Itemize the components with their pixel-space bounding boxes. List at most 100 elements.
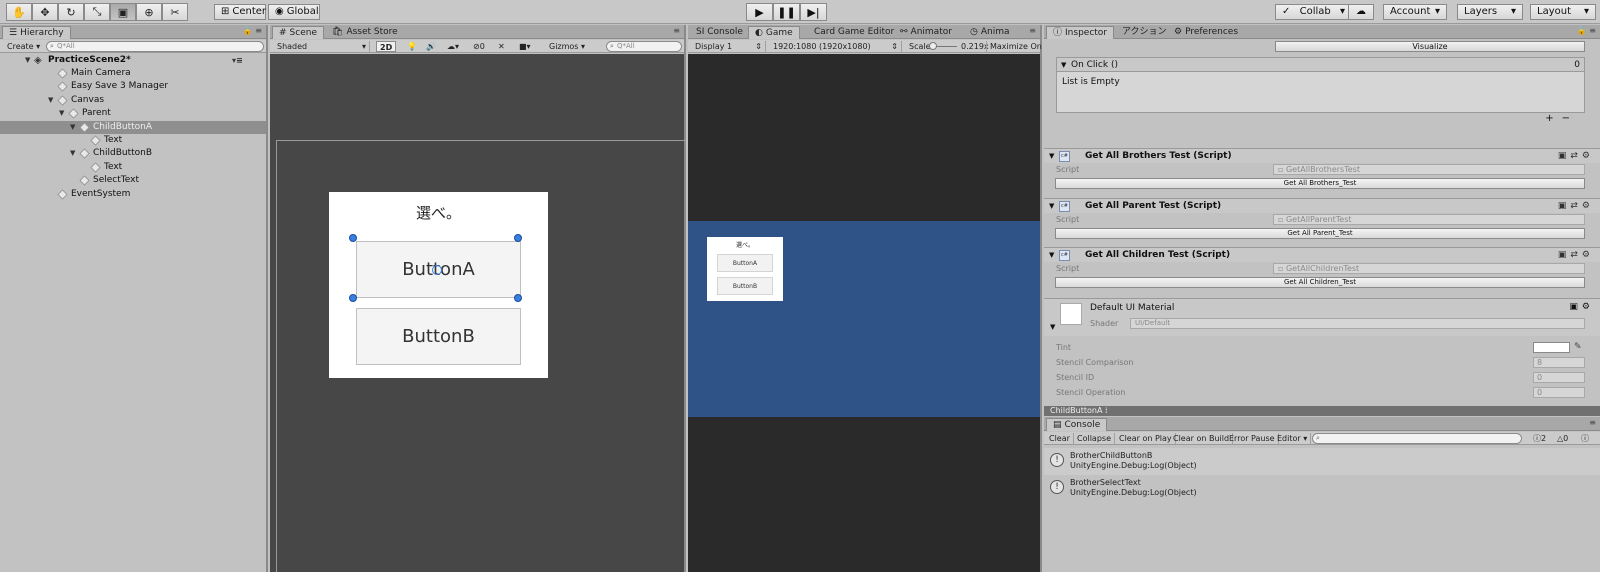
tab-animator[interactable]: ⚯ Animator — [894, 26, 958, 39]
component-tools-icon[interactable]: ▣⇄⚙ — [1558, 199, 1594, 214]
game-button-a[interactable]: ButtonA — [717, 254, 773, 272]
hierarchy-item[interactable]: Main Camera — [0, 67, 266, 80]
tab-console[interactable]: ▤ Console — [1046, 418, 1108, 431]
tab-preferences[interactable]: ⚙ Preferences — [1168, 26, 1244, 39]
console-editor-dropdown[interactable]: Editor ▾ — [1274, 433, 1312, 444]
expand-arrow-icon[interactable]: ▼ — [25, 54, 30, 67]
hidden-objects-toggle[interactable]: ⊘0 — [470, 41, 488, 52]
panel-menu-icon[interactable]: ≡ — [1589, 418, 1596, 427]
panel-menu-icon[interactable]: ≡ — [673, 26, 680, 35]
eyedropper-icon[interactable]: ✎ — [1574, 341, 1582, 354]
component-action-button[interactable]: Get All Parent_Test — [1055, 227, 1585, 239]
minus-icon[interactable]: − — [1562, 113, 1578, 124]
panel-menu-icon[interactable]: ≡ — [1029, 26, 1036, 35]
expand-arrow-icon[interactable]: ▼ — [1049, 199, 1054, 214]
move-tool-button[interactable]: ✥ — [32, 3, 58, 21]
tab-animation[interactable]: ◷ Anima — [964, 26, 1016, 39]
expand-arrow-icon[interactable]: ▼ — [70, 147, 75, 160]
component-tools-icon[interactable]: ▣⇄⚙ — [1558, 248, 1594, 263]
warning-filter-toggle[interactable]: △0 — [1554, 433, 1571, 444]
component-header[interactable]: ▼ c# Get All Children Test (Script) ▣⇄⚙ — [1044, 247, 1600, 262]
visualize-button[interactable]: Visualize — [1275, 41, 1585, 52]
hierarchy-item[interactable]: Easy Save 3 Manager — [0, 80, 266, 93]
effects-dropdown[interactable]: ☁▾ — [444, 41, 462, 52]
tab-game[interactable]: ◐ Game — [748, 26, 800, 39]
console-error-pause-button[interactable]: Error Pause — [1226, 433, 1279, 444]
hand-tool-button[interactable]: ✋ — [6, 3, 32, 21]
component-action-button[interactable]: Get All Children_Test — [1055, 277, 1585, 288]
hierarchy-item[interactable]: ▼ Parent — [0, 107, 266, 120]
camera-dropdown[interactable]: ■▾ — [516, 41, 534, 52]
console-search-input[interactable]: ⌕ — [1312, 433, 1522, 444]
error-filter-toggle[interactable]: ⓘ — [1578, 433, 1592, 444]
transform-tool-button[interactable]: ⊕ — [136, 3, 162, 21]
hierarchy-item[interactable]: Text — [0, 134, 266, 147]
console-entry[interactable]: ! BrotherChildButtonB UnityEngine.Debug:Lo… — [1044, 448, 1600, 475]
component-action-button[interactable]: Get All Brothers_Test — [1055, 178, 1585, 189]
log-filter-toggle[interactable]: ⓘ2 — [1530, 433, 1549, 444]
pivot-handle[interactable] — [432, 265, 442, 275]
rect-handle-top-right[interactable] — [514, 234, 522, 242]
script-object-field[interactable]: ▫ GetAllChildrenTest — [1273, 263, 1585, 274]
pivot-center-toggle[interactable]: ⊞ Center — [214, 4, 266, 20]
game-viewport[interactable]: 選べ。 ButtonA ButtonB — [688, 54, 1040, 572]
tab-asset-store[interactable]: 🛍 Asset Store — [326, 26, 404, 39]
onclick-plus-minus[interactable]: +− — [1545, 113, 1578, 124]
tab-card-game-editor[interactable]: Card Game Editor — [808, 26, 900, 39]
scene-ui-panel[interactable]: 選べ。 ButtonA ButtonB — [329, 192, 548, 378]
hierarchy-item[interactable]: SelectText — [0, 174, 266, 187]
expand-arrow-icon[interactable]: ▼ — [1061, 58, 1066, 72]
layout-dropdown[interactable]: Layout ▾ — [1530, 4, 1596, 20]
tint-color-field[interactable] — [1533, 342, 1570, 353]
tab-scene[interactable]: # Scene — [272, 26, 324, 39]
scale-tool-button[interactable]: ⤡ — [84, 3, 110, 21]
scene-root-row[interactable]: ▼ ◈ PracticeScene2* ▾≡ — [0, 54, 266, 67]
lighting-toggle[interactable]: 💡 — [404, 41, 420, 52]
material-number-field[interactable]: 0 — [1533, 372, 1585, 383]
tools-toggle[interactable]: ✕ — [495, 41, 508, 52]
hierarchy-item[interactable]: Text — [0, 161, 266, 174]
plus-icon[interactable]: + — [1545, 113, 1561, 124]
collab-dropdown[interactable]: ✓ Collab ▾ — [1275, 4, 1352, 20]
rect-tool-button[interactable]: ▣ — [110, 3, 136, 21]
custom-tool-button[interactable]: ✂ — [162, 3, 188, 21]
pause-button[interactable]: ❚❚ — [773, 3, 800, 21]
rect-handle-bottom-right[interactable] — [514, 294, 522, 302]
layers-dropdown[interactable]: Layers ▾ — [1457, 4, 1523, 20]
component-header[interactable]: ▼ c# Get All Parent Test (Script) ▣⇄⚙ — [1044, 197, 1600, 214]
create-dropdown[interactable]: Create ▾ — [4, 41, 43, 52]
tab-si-console[interactable]: SI Console — [690, 26, 749, 39]
play-button[interactable]: ▶ — [746, 3, 773, 21]
rotate-tool-button[interactable]: ↻ — [58, 3, 84, 21]
console-clear-button[interactable]: Clear — [1046, 433, 1074, 444]
console-clear-on-play-button[interactable]: Clear on Play — [1116, 433, 1176, 444]
scene-viewport[interactable]: 選べ。 ButtonA ButtonB — [270, 54, 686, 572]
mode-2d-toggle[interactable]: 2D — [376, 41, 397, 52]
material-number-field[interactable]: 0 — [1533, 387, 1585, 398]
material-tools-icon[interactable]: ▣⚙ — [1569, 302, 1594, 312]
expand-arrow-icon[interactable]: ▼ — [1049, 248, 1054, 263]
component-header[interactable]: ▼ c# Get All Brothers Test (Script) ▣⇄⚙ — [1044, 148, 1600, 163]
console-collapse-button[interactable]: Collapse — [1074, 433, 1115, 444]
shader-dropdown[interactable]: UI/Default — [1130, 318, 1585, 329]
audio-toggle[interactable]: 🔊 — [423, 41, 439, 52]
display-dropdown[interactable]: Display 1 ⇕ — [692, 41, 766, 52]
hierarchy-item[interactable]: ▼ Canvas — [0, 94, 266, 107]
hierarchy-search-input[interactable]: ⌕ Q*All — [46, 41, 264, 52]
shading-dropdown[interactable]: Shaded ▾ — [274, 41, 370, 52]
cloud-button[interactable]: ☁ — [1348, 4, 1374, 20]
expand-arrow-icon[interactable]: ▼ — [1049, 149, 1054, 164]
maximize-on-play-toggle[interactable]: Maximize On Pl — [986, 41, 1042, 52]
expand-arrow-icon[interactable]: ▼ — [48, 94, 53, 107]
resolution-dropdown[interactable]: 1920:1080 (1920x1080) ⇕ — [770, 41, 902, 52]
script-object-field[interactable]: ▫ GetAllParentTest — [1273, 213, 1585, 225]
expand-arrow-icon[interactable]: ▼ — [1050, 323, 1055, 331]
expand-arrow-icon[interactable]: ▼ — [70, 121, 75, 134]
component-tools-icon[interactable]: ▣⇄⚙ — [1558, 149, 1594, 164]
hierarchy-item[interactable]: ▼ ChildButtonB — [0, 147, 266, 160]
script-object-field[interactable]: ▫ GetAllBrothersTest — [1273, 164, 1585, 175]
material-number-field[interactable]: 8 — [1533, 357, 1585, 368]
gizmos-dropdown[interactable]: Gizmos ▾ — [546, 41, 588, 52]
rect-handle-top-left[interactable] — [349, 234, 357, 242]
panel-menu-icon[interactable]: 🔒 ≡ — [1577, 26, 1596, 35]
